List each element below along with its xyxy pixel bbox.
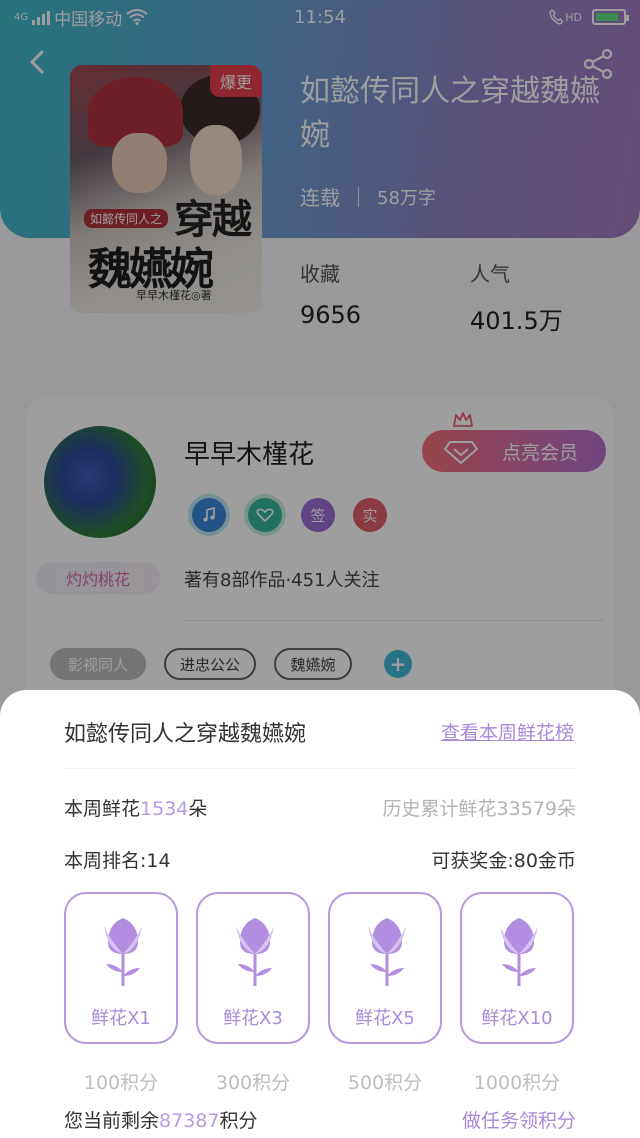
earn-points-link[interactable]: 做任务领积分 [462,1106,576,1133]
flower-x1-price: 100积分 [83,1072,159,1094]
weekly-flower-rank-link[interactable]: 查看本周鲜花榜 [441,718,574,745]
flower-options: 鲜花X1 鲜花X3 鲜花X5 鲜花X10 100积分 300积分 500积分 1… [64,892,576,1094]
tulip-icon [500,918,538,986]
flower-x3-button[interactable]: 鲜花X3 [196,892,310,1044]
flower-x10-label: 鲜花X10 [481,1008,553,1029]
flower-x10-price: 1000积分 [473,1072,561,1094]
balance-value: 87387 [159,1110,220,1132]
week-flowers-label: 本周鲜花 [64,798,141,820]
week-flowers-unit: 朵 [188,798,208,820]
flower-x3-price: 300积分 [215,1072,291,1094]
history-flowers: 历史累计鲜花33579朵 [382,798,576,820]
flower-x5-label: 鲜花X5 [355,1008,415,1029]
tulip-icon [236,918,274,986]
sheet-book-title: 如懿传同人之穿越魏嬿婉 [64,722,307,747]
flower-gift-sheet: 如懿传同人之穿越魏嬿婉 查看本周鲜花榜 本周鲜花1534朵 历史累计鲜花3357… [0,690,640,1138]
flower-x3-label: 鲜花X3 [223,1008,283,1029]
rank-reward-row: 本周排名:14 可获奖金:80金币 [64,846,576,873]
flower-x1-button[interactable]: 鲜花X1 [64,892,178,1044]
balance-label: 您当前剩余 [64,1110,160,1132]
flower-x1-label: 鲜花X1 [91,1008,151,1029]
week-rank: 本周排名:14 [64,850,171,872]
flower-x5-button[interactable]: 鲜花X5 [328,892,442,1044]
flower-x5-price: 500积分 [347,1072,423,1094]
week-flowers: 本周鲜花1534朵 [64,794,207,821]
week-flowers-value: 1534 [140,798,189,820]
flower-x10-button[interactable]: 鲜花X10 [460,892,574,1044]
tulip-icon [104,918,142,986]
tulip-icon [368,918,406,986]
balance-unit: 积分 [219,1110,258,1132]
points-balance: 您当前剩余87387积分 [64,1106,257,1133]
balance-row: 您当前剩余87387积分 做任务领积分 [64,1106,576,1133]
divider [64,768,576,769]
flower-stats-row: 本周鲜花1534朵 历史累计鲜花33579朵 [64,794,576,821]
reward-info: 可获奖金:80金币 [431,850,576,872]
